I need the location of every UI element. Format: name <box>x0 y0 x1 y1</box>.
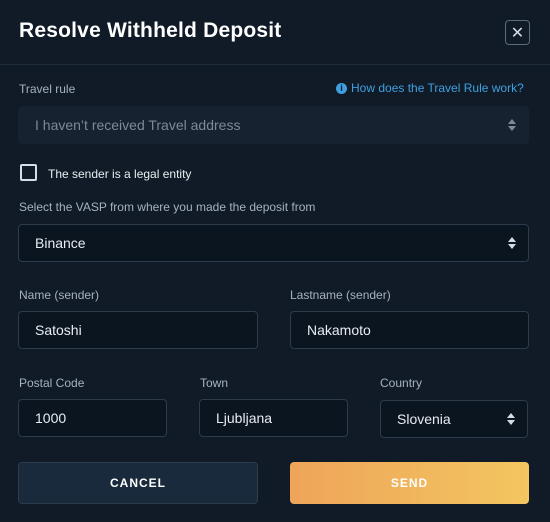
travel-rule-select[interactable]: I haven’t received Travel address <box>18 106 529 144</box>
country-label: Country <box>380 376 423 390</box>
town-label: Town <box>200 376 229 390</box>
modal-title: Resolve Withheld Deposit <box>19 19 282 42</box>
select-arrows-icon <box>507 413 515 425</box>
travel-rule-help-link[interactable]: i How does the Travel Rule work? <box>336 81 524 95</box>
info-icon: i <box>336 82 347 94</box>
sender-name-label: Name (sender) <box>19 288 100 302</box>
vasp-label: Select the VASP from where you made the … <box>19 200 316 214</box>
close-button[interactable]: ✕ <box>505 20 530 45</box>
close-icon: ✕ <box>510 24 525 42</box>
postal-code-label: Postal Code <box>19 376 85 390</box>
select-arrows-icon <box>508 237 516 249</box>
town-input[interactable]: Ljubljana <box>199 399 348 437</box>
legal-entity-checkbox[interactable] <box>20 164 37 181</box>
country-select[interactable]: Slovenia <box>380 400 528 438</box>
sender-lastname-input[interactable]: Nakamoto <box>290 311 529 349</box>
postal-code-input[interactable]: 1000 <box>18 399 167 437</box>
travel-rule-help-text: How does the Travel Rule work? <box>351 81 524 95</box>
select-arrows-icon <box>508 119 516 131</box>
sender-lastname-label: Lastname (sender) <box>290 288 391 302</box>
legal-entity-label: The sender is a legal entity <box>48 167 192 181</box>
country-selected-value: Slovenia <box>397 411 451 427</box>
vasp-selected-value: Binance <box>35 235 86 251</box>
postal-code-value: 1000 <box>35 410 67 426</box>
travel-rule-selected-value: I haven’t received Travel address <box>35 117 241 133</box>
vasp-select[interactable]: Binance <box>18 224 529 262</box>
sender-name-value: Satoshi <box>35 322 82 338</box>
send-button[interactable]: SEND <box>290 462 529 504</box>
modal-header: Resolve Withheld Deposit ✕ <box>0 0 550 65</box>
resolve-deposit-modal: Resolve Withheld Deposit ✕ Travel rule i… <box>0 0 550 522</box>
town-value: Ljubljana <box>216 410 273 426</box>
sender-lastname-value: Nakamoto <box>307 322 371 338</box>
sender-name-input[interactable]: Satoshi <box>18 311 258 349</box>
travel-rule-label: Travel rule <box>19 82 76 96</box>
cancel-button[interactable]: CANCEL <box>18 462 258 504</box>
